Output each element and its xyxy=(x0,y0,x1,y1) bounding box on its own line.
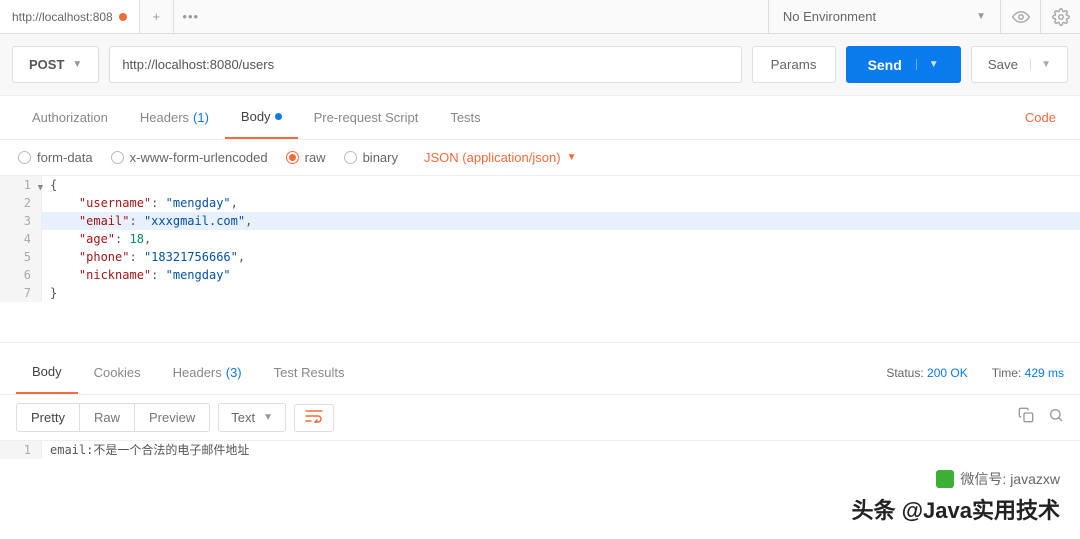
response-meta: Status: 200 OK Time: 429 ms xyxy=(886,366,1064,380)
eye-icon xyxy=(1012,8,1030,26)
status-value: 200 OK xyxy=(927,366,968,380)
resp-tab-headers[interactable]: Headers (3) xyxy=(157,351,258,394)
chevron-down-icon[interactable]: ▼ xyxy=(1030,59,1051,70)
watermark: 微信号: javazxw 头条 @Java实用技术 xyxy=(851,469,1060,525)
view-pretty[interactable]: Pretty xyxy=(17,404,80,431)
send-label: Send xyxy=(868,57,902,73)
view-preview[interactable]: Preview xyxy=(135,404,209,431)
copy-button[interactable] xyxy=(1018,407,1034,428)
wrap-icon xyxy=(305,409,323,423)
chevron-down-icon: ▼ xyxy=(976,11,986,22)
response-tabs: Body Cookies Headers (3) Test Results St… xyxy=(0,351,1080,395)
content-type-selector[interactable]: JSON (application/json) ▼ xyxy=(424,150,576,165)
radio-urlencoded[interactable]: x-www-form-urlencoded xyxy=(111,150,268,165)
tab-headers[interactable]: Headers (1) xyxy=(124,96,225,139)
request-row: POST ▼ Params Send ▼ Save ▼ xyxy=(0,34,1080,96)
top-bar: http://localhost:808 + ••• No Environmen… xyxy=(0,0,1080,34)
resp-tab-cookies[interactable]: Cookies xyxy=(78,351,157,394)
tab-pre-request[interactable]: Pre-request Script xyxy=(298,96,435,139)
tab-tests[interactable]: Tests xyxy=(434,96,496,139)
environment-label: No Environment xyxy=(783,9,876,24)
body-type-options: form-data x-www-form-urlencoded raw bina… xyxy=(0,140,1080,176)
resp-tab-body[interactable]: Body xyxy=(16,351,78,394)
resp-tab-test-results[interactable]: Test Results xyxy=(258,351,361,394)
chevron-down-icon[interactable]: ▼ xyxy=(916,59,939,70)
environment-selector[interactable]: No Environment ▼ xyxy=(768,0,1000,33)
gear-icon xyxy=(1052,8,1070,26)
tab-title: http://localhost:808 xyxy=(12,10,113,24)
search-button[interactable] xyxy=(1048,407,1064,428)
radio-raw[interactable]: raw xyxy=(286,150,326,165)
chevron-down-icon: ▼ xyxy=(263,412,273,423)
params-button[interactable]: Params xyxy=(752,46,836,83)
method-label: POST xyxy=(29,57,64,72)
method-selector[interactable]: POST ▼ xyxy=(12,46,99,83)
tab-authorization[interactable]: Authorization xyxy=(16,96,124,139)
body-indicator-icon xyxy=(275,113,282,120)
response-toolbar: Pretty Raw Preview Text ▼ xyxy=(0,395,1080,441)
wrap-lines-button[interactable] xyxy=(294,404,334,432)
copy-icon xyxy=(1018,407,1034,423)
view-raw[interactable]: Raw xyxy=(80,404,135,431)
chevron-down-icon: ▼ xyxy=(72,59,82,70)
environment-quicklook-button[interactable] xyxy=(1000,0,1040,33)
add-tab-button[interactable]: + xyxy=(140,0,174,33)
request-tabs: Authorization Headers (1) Body Pre-reque… xyxy=(0,96,1080,140)
request-body-editor[interactable]: 1▼{ 2 "username": "mengday", 3 "email": … xyxy=(0,176,1080,343)
code-link[interactable]: Code xyxy=(1017,110,1064,125)
unsaved-indicator-icon xyxy=(119,13,127,21)
response-body-editor[interactable]: 1email:不是一个合法的电子邮件地址 xyxy=(0,441,1080,459)
tab-body[interactable]: Body xyxy=(225,96,298,139)
format-selector[interactable]: Text ▼ xyxy=(218,403,286,432)
search-icon xyxy=(1048,407,1064,423)
radio-form-data[interactable]: form-data xyxy=(18,150,93,165)
url-input[interactable] xyxy=(109,46,741,83)
settings-button[interactable] xyxy=(1040,0,1080,33)
wechat-icon xyxy=(936,470,954,488)
time-value: 429 ms xyxy=(1025,366,1064,380)
chevron-down-icon: ▼ xyxy=(567,152,577,163)
tab-overflow-button[interactable]: ••• xyxy=(174,0,208,33)
request-tab[interactable]: http://localhost:808 xyxy=(0,0,140,33)
save-label: Save xyxy=(988,57,1018,72)
radio-binary[interactable]: binary xyxy=(344,150,398,165)
send-button[interactable]: Send ▼ xyxy=(846,46,961,83)
view-mode-group: Pretty Raw Preview xyxy=(16,403,210,432)
save-button[interactable]: Save ▼ xyxy=(971,46,1068,83)
